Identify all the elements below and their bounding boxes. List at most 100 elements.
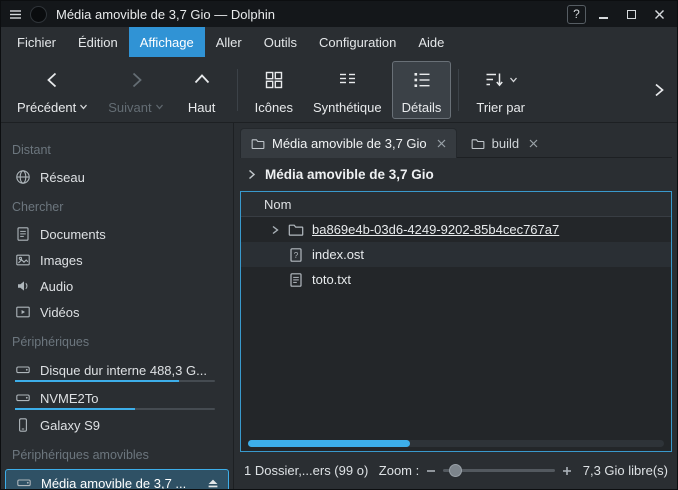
up-label: Haut [188,100,215,115]
eject-icon[interactable] [206,476,220,489]
up-button[interactable]: Haut [174,61,230,119]
window-title: Média amovible de 3,7 Gio — Dolphin [56,7,275,22]
file-row[interactable]: toto.txt [241,267,671,292]
view-details-label: Détails [402,100,442,115]
zoom-slider[interactable] [443,469,555,472]
tab-close-icon[interactable] [437,139,446,148]
toolbar-separator [458,69,459,111]
view-icons-label: Icônes [255,100,293,115]
horizontal-scrollbar[interactable] [248,440,664,447]
text-file-icon [288,272,304,288]
status-summary: 1 Dossier,...ers (99 o) [244,463,368,478]
tab-build[interactable]: build [460,128,549,158]
section-chercher: Chercher [1,190,233,221]
view-icons-button[interactable]: Icônes [245,61,303,119]
tab-bar: Média amovible de 3,7 Gio build [240,123,672,158]
dropdown-caret-icon [155,104,164,110]
sort-by-button[interactable]: Trier par [466,61,535,119]
sidebar-item-nvme2to[interactable]: NVME2To [1,384,233,412]
menu-aide[interactable]: Aide [407,27,455,57]
dolphin-app-icon[interactable] [30,6,47,23]
file-list: ba869e4b-03d6-4249-9202-85b4cec767a7 ? i… [241,217,671,451]
titlebar[interactable]: Média amovible de 3,7 Gio — Dolphin ? [1,1,677,27]
view-details-button[interactable]: Détails [392,61,452,119]
places-panel: Distant Réseau Chercher Documents Images [1,123,234,489]
chevron-right-icon[interactable] [245,168,258,181]
scrollbar-thumb[interactable] [248,440,410,447]
window-body: Distant Réseau Chercher Documents Images [1,123,677,489]
folder-icon [288,222,304,238]
zoom-out-icon[interactable] [426,466,436,476]
section-peripheriques-amovibles: Périphériques amovibles [1,438,233,469]
svg-text:?: ? [294,250,299,259]
folder-icon [251,137,265,151]
help-button[interactable]: ? [567,5,586,24]
menu-fichier[interactable]: Fichier [6,27,67,57]
menu-edition[interactable]: Édition [67,27,129,57]
menu-bar: Fichier Édition Affichage Aller Outils C… [1,27,677,57]
toolbar-overflow-icon[interactable] [650,81,671,99]
sidebar-item-videos[interactable]: Vidéos [1,299,233,325]
sidebar-item-label: Disque dur interne 488,3 G... [40,363,207,378]
sidebar-item-label: Audio [40,279,73,294]
back-button[interactable]: Précédent [7,61,98,119]
menu-aller[interactable]: Aller [205,27,253,57]
videos-icon [15,304,31,320]
close-button[interactable] [649,5,670,24]
column-header-label: Nom [264,197,291,212]
expand-arrow-icon[interactable] [269,224,282,236]
menu-outils[interactable]: Outils [253,27,308,57]
file-name: toto.txt [312,272,351,287]
forward-button[interactable]: Suivant [98,61,173,119]
file-row-folder[interactable]: ba869e4b-03d6-4249-9202-85b4cec767a7 [241,217,671,242]
sidebar-item-label: Galaxy S9 [40,418,100,433]
tab-label: build [492,136,519,151]
zoom-in-icon[interactable] [562,466,572,476]
toolbar-separator [237,69,238,111]
sidebar-item-label: Média amovible de 3,7 ... [41,476,186,490]
sidebar-item-disque-dur-interne[interactable]: Disque dur interne 488,3 G... [1,356,233,384]
view-icons-icon [263,67,285,93]
minimize-button[interactable] [593,5,614,24]
menu-configuration[interactable]: Configuration [308,27,407,57]
tab-close-icon[interactable] [529,139,538,148]
sidebar-item-audio[interactable]: Audio [1,273,233,299]
close-icon [654,9,665,20]
breadcrumb-path[interactable]: Média amovible de 3,7 Gio [265,167,434,182]
chevron-right-icon [125,67,147,93]
column-header-nom[interactable]: Nom [241,192,671,217]
sidebar-item-documents[interactable]: Documents [1,221,233,247]
audio-icon [15,278,31,294]
sidebar-item-reseau[interactable]: Réseau [1,164,233,190]
sidebar-item-images[interactable]: Images [1,247,233,273]
sidebar-item-galaxy-s9[interactable]: Galaxy S9 [1,412,233,438]
status-bar: 1 Dossier,...ers (99 o) Zoom : 7,3 Gio l… [240,452,672,489]
unknown-file-icon: ? [288,247,304,263]
file-view: Nom ba869e4b-03d6-4249-9202-85b4cec767a7 [240,191,672,452]
section-peripheriques: Périphériques [1,325,233,356]
sidebar-item-media-amovible[interactable]: Média amovible de 3,7 ... [5,469,229,489]
main-area: Média amovible de 3,7 Gio build [234,123,677,489]
sidebar-item-label: Documents [40,227,106,242]
images-icon [15,252,31,268]
forward-label: Suivant [108,100,151,115]
menu-affichage[interactable]: Affichage [129,27,205,57]
chevron-left-icon [42,67,64,93]
view-compact-button[interactable]: Synthétique [303,61,392,119]
hamburger-menu-icon[interactable] [8,7,23,22]
network-icon [15,169,31,185]
sidebar-item-label: NVME2To [40,391,99,406]
maximize-button[interactable] [621,5,642,24]
file-name: ba869e4b-03d6-4249-9202-85b4cec767a7 [312,222,559,237]
minimize-icon [599,17,608,19]
sidebar-item-label: Vidéos [40,305,80,320]
back-label: Précédent [17,100,76,115]
tab-media-amovible[interactable]: Média amovible de 3,7 Gio [240,128,457,158]
zoom-slider-handle[interactable] [449,464,462,477]
file-row[interactable]: ? index.ost [241,242,671,267]
usb-drive-icon [16,475,32,489]
section-distant: Distant [1,133,233,164]
tab-label: Média amovible de 3,7 Gio [272,136,427,151]
dolphin-window: Média amovible de 3,7 Gio — Dolphin ? Fi… [0,0,678,490]
view-compact-label: Synthétique [313,100,382,115]
